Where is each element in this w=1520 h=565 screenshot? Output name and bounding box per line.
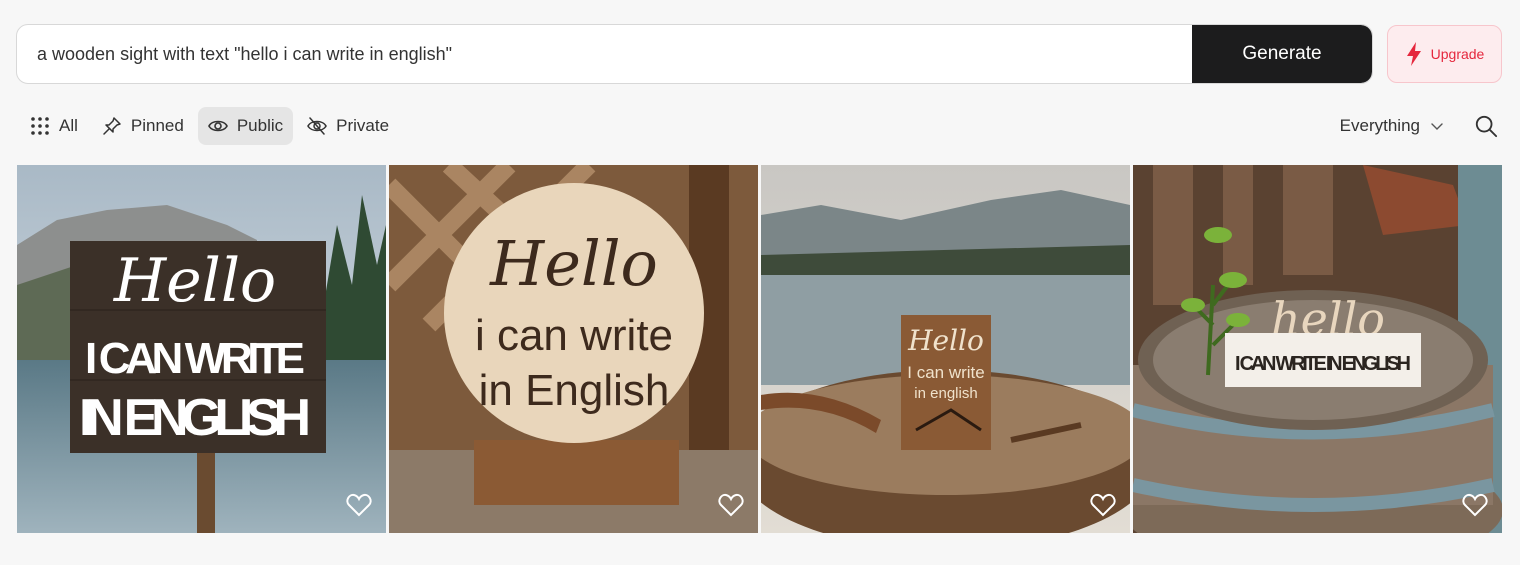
- gallery-card[interactable]: Hello I CAN WRITE IN ENGLISH: [17, 165, 386, 533]
- sign-text-line2: I CAN WRITE IN ENGLISH: [1235, 353, 1411, 375]
- sort-dropdown[interactable]: Everything: [1340, 116, 1444, 136]
- sign-text-line3: in English: [479, 366, 670, 415]
- prompt-input[interactable]: [17, 25, 1192, 83]
- upgrade-button[interactable]: Upgrade: [1387, 25, 1502, 83]
- filter-label: Public: [236, 116, 284, 135]
- sign-text-line1: Hello: [907, 324, 984, 357]
- visibility-filters: All Pinned Public Private: [20, 107, 399, 145]
- heart-icon[interactable]: [1462, 493, 1488, 517]
- filter-label: All: [59, 116, 78, 135]
- sign-text-line2: I CAN WRITE: [85, 334, 305, 383]
- sign-text-line2: I can write: [907, 363, 984, 382]
- gallery-card[interactable]: Hello I can write in english: [761, 165, 1130, 533]
- prompt-bar: Generate: [16, 24, 1373, 84]
- chevron-down-icon: [1431, 123, 1443, 130]
- right-controls: Everything: [1340, 107, 1500, 145]
- heart-icon[interactable]: [1090, 493, 1116, 517]
- gallery-card[interactable]: hello I CAN WRITE IN ENGLISH: [1133, 165, 1502, 533]
- filter-public[interactable]: Public: [197, 107, 294, 145]
- generated-image: Hello i can write in English: [389, 165, 758, 533]
- heart-icon[interactable]: [346, 493, 372, 517]
- generated-image: hello I CAN WRITE IN ENGLISH: [1133, 165, 1502, 533]
- image-gallery: Hello I CAN WRITE IN ENGLISH Hello i can…: [17, 165, 1502, 533]
- grid-icon: [31, 117, 49, 135]
- search-button[interactable]: [1474, 113, 1500, 139]
- filter-pinned[interactable]: Pinned: [92, 107, 194, 145]
- eye-off-icon: [307, 117, 327, 135]
- upgrade-label: Upgrade: [1430, 46, 1485, 62]
- gallery-card[interactable]: Hello i can write in English: [389, 165, 758, 533]
- lightning-icon: [1406, 42, 1421, 66]
- sign-text-line1: Hello: [489, 227, 658, 300]
- sign-text-line3: in english: [914, 385, 977, 402]
- generated-image: Hello I can write in english: [761, 165, 1130, 533]
- filter-private[interactable]: Private: [297, 107, 399, 145]
- pin-icon: [103, 117, 121, 135]
- filter-label: Pinned: [130, 116, 184, 135]
- eye-icon: [207, 120, 228, 132]
- sign-text-line3: IN ENGLISH: [79, 389, 311, 447]
- generated-image: Hello I CAN WRITE IN ENGLISH: [17, 165, 386, 533]
- generate-button[interactable]: Generate: [1192, 25, 1372, 83]
- sign-text-line2: i can write: [475, 311, 673, 360]
- filter-all[interactable]: All: [20, 107, 88, 145]
- filter-label: Private: [336, 116, 390, 135]
- sort-selected-label: Everything: [1339, 116, 1420, 135]
- search-icon: [1475, 115, 1498, 138]
- heart-icon[interactable]: [718, 493, 744, 517]
- sign-text-line1: Hello: [113, 246, 276, 316]
